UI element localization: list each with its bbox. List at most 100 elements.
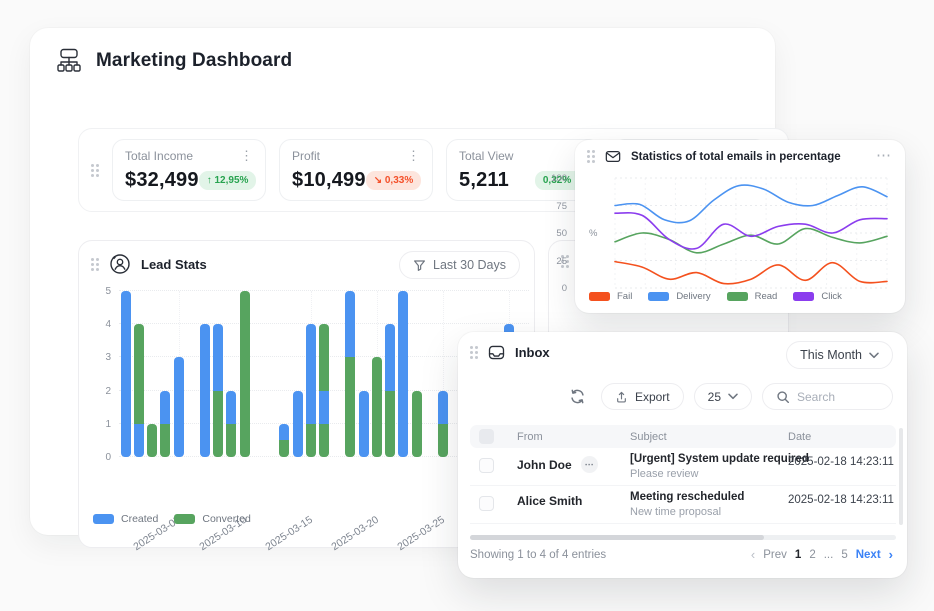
x-axis-tick-label: 2025-03-20 — [311, 514, 381, 565]
stat-value: $10,499 — [292, 169, 366, 192]
period-select[interactable]: This Month — [786, 341, 893, 369]
row-checkbox[interactable] — [479, 458, 494, 473]
table-row[interactable]: Alice Smith Meeting rescheduled New time… — [470, 486, 896, 524]
page-size-value: 25 — [708, 390, 721, 404]
stacked-bar — [306, 324, 316, 457]
page-ellipsis: ... — [824, 549, 834, 561]
row-menu-button[interactable]: ⋯ — [581, 456, 598, 473]
ellipsis-menu-icon[interactable]: ⋯ — [876, 146, 891, 164]
drag-handle-icon[interactable] — [587, 150, 595, 163]
stat-value: 5,211 — [459, 169, 509, 192]
legend-label: Read — [755, 291, 778, 302]
legend-label: Click — [821, 291, 842, 302]
inbox-footer: Showing 1 to 4 of 4 entries ‹ Prev 1 2 .… — [470, 547, 893, 562]
date-filter-label: Last 30 Days — [433, 258, 506, 272]
stacked-bar — [412, 391, 422, 457]
legend-swatch — [793, 292, 814, 301]
legend-item: Read — [727, 291, 778, 302]
stacked-bar — [372, 357, 382, 457]
page-button-2[interactable]: 2 — [809, 549, 815, 561]
legend-label: Delivery — [676, 291, 710, 302]
search-input[interactable]: Search — [762, 383, 893, 410]
legend-item: Created — [93, 513, 158, 525]
legend-item: Click — [793, 291, 842, 302]
inbox-card: Inbox This Month Ex — [458, 332, 907, 578]
x-axis-tick-label: 2025-03-15 — [244, 514, 314, 565]
line-series-fail — [615, 262, 887, 284]
pagination: ‹ Prev 1 2 ... 5 Next › — [751, 547, 893, 562]
stacked-bar — [147, 424, 157, 457]
bar-segment-converted — [306, 424, 316, 457]
legend-item: Fail — [589, 291, 632, 302]
stacked-bar — [438, 391, 448, 457]
stat-label: Profit — [292, 149, 320, 163]
next-button[interactable]: Next — [856, 549, 881, 561]
row-checkbox[interactable] — [479, 496, 494, 511]
date-filter-button[interactable]: Last 30 Days — [399, 251, 520, 279]
subject-preview: New time proposal — [630, 506, 744, 518]
stat-card-profit: Profit ⋮ $10,499 ↘ 0,33% — [279, 139, 433, 201]
stat-value: $32,499 — [125, 169, 199, 192]
y-axis-tick-label: 5 — [89, 286, 111, 297]
bar-segment-converted — [385, 391, 395, 457]
stacked-bar — [319, 324, 329, 457]
legend-swatch — [648, 292, 669, 301]
stacked-bar — [213, 324, 223, 457]
next-chevron-icon[interactable]: › — [889, 547, 893, 562]
stat-label: Total Income — [125, 149, 193, 163]
table-header-row: From Subject Date — [470, 425, 896, 448]
legend-swatch — [589, 292, 610, 301]
bar-segment-created — [134, 424, 144, 457]
bar-segment-converted — [147, 424, 157, 457]
bar-segment-created — [174, 357, 184, 457]
kebab-menu-icon[interactable]: ⋮ — [407, 151, 420, 161]
inbox-icon — [488, 344, 505, 361]
bar-segment-converted — [412, 391, 422, 457]
inbox-table: From Subject Date John Doe ⋯ [Urgent] Sy… — [470, 425, 896, 524]
drag-handle-icon[interactable] — [91, 258, 99, 271]
refresh-icon — [569, 388, 586, 405]
trend-badge: ↑ 12,95% — [199, 171, 257, 190]
refresh-button[interactable] — [565, 384, 591, 410]
bar-segment-created — [121, 291, 131, 457]
horizontal-scrollbar[interactable] — [470, 535, 896, 540]
bar-segment-created — [385, 324, 395, 390]
legend-item: Delivery — [648, 291, 710, 302]
legend-swatch — [727, 292, 748, 301]
legend-label: Converted — [202, 513, 250, 525]
page-size-select[interactable]: 25 — [694, 383, 752, 410]
legend-label: Fail — [617, 291, 632, 302]
select-all-checkbox[interactable] — [479, 429, 494, 444]
envelope-icon — [605, 150, 621, 163]
y-axis-tick-label: 0 — [89, 452, 111, 463]
entries-summary: Showing 1 to 4 of 4 entries — [470, 549, 606, 561]
y-axis-tick-label: 100 — [543, 173, 567, 184]
bar-chart-legend: Created Converted — [93, 513, 251, 525]
stacked-bar — [226, 391, 236, 457]
bar-segment-created — [306, 324, 316, 424]
vertical-scrollbar[interactable] — [899, 428, 903, 525]
stacked-bar — [293, 391, 303, 457]
inbox-toolbar: Export 25 Search — [565, 383, 893, 410]
stacked-bar — [240, 291, 250, 457]
kebab-menu-icon[interactable]: ⋮ — [240, 151, 253, 161]
page-button-5[interactable]: 5 — [841, 549, 847, 561]
trend-badge: ↘ 0,33% — [366, 171, 422, 190]
drag-handle-icon[interactable] — [91, 164, 99, 177]
column-header-date: Date — [788, 431, 811, 443]
gridline — [119, 290, 529, 291]
drag-handle-icon[interactable] — [470, 346, 478, 359]
y-axis-tick-label: 4 — [89, 319, 111, 330]
line-chart-legend: Fail Delivery Read Click — [589, 291, 842, 302]
bar-segment-created — [213, 324, 223, 390]
stacked-bar — [121, 291, 131, 457]
page-button-1[interactable]: 1 — [795, 549, 801, 561]
sender-name: John Doe — [517, 458, 572, 472]
prev-chevron-icon[interactable]: ‹ — [751, 547, 755, 562]
scrollbar-thumb[interactable] — [470, 535, 764, 540]
prev-button[interactable]: Prev — [763, 549, 787, 561]
table-row[interactable]: John Doe ⋯ [Urgent] System update requir… — [470, 448, 896, 486]
stacked-bar — [160, 391, 170, 457]
export-button[interactable]: Export — [601, 383, 684, 410]
bar-segment-converted — [134, 324, 144, 424]
